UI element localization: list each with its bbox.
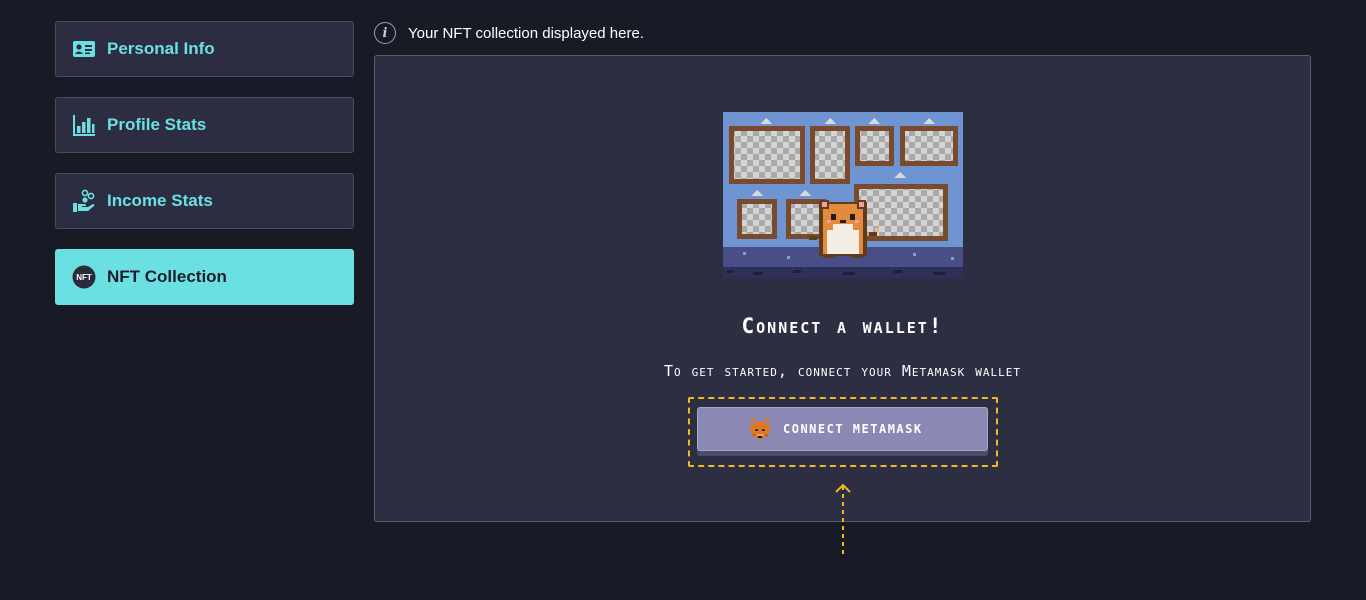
info-row: i Your NFT collection displayed here.	[374, 21, 644, 45]
sidebar-item-label: Profile Stats	[107, 115, 207, 134]
nft-badge-text: NFT	[76, 273, 92, 282]
sidebar-item-label: Income Stats	[107, 191, 213, 210]
sidebar: Personal Info Profile Stats Income Stats…	[55, 21, 354, 325]
nft-gallery-illustration	[723, 112, 963, 278]
sidebar-item-personal-info[interactable]: Personal Info	[55, 21, 354, 77]
panel-subtitle: To get started, connect your Metamask wa…	[663, 362, 1022, 380]
connect-metamask-label: CONNECT METAMASK	[783, 422, 923, 436]
pointer-arrow-icon	[833, 481, 853, 557]
connect-metamask-button[interactable]: CONNECT METAMASK	[697, 407, 988, 451]
sidebar-item-profile-stats[interactable]: Profile Stats	[55, 97, 354, 153]
info-text: Your NFT collection displayed here.	[408, 24, 644, 42]
bar-chart-icon	[72, 113, 96, 137]
sidebar-item-label: Personal Info	[107, 39, 215, 58]
sidebar-item-income-stats[interactable]: Income Stats	[55, 173, 354, 229]
panel-title: Connect a wallet!	[741, 314, 944, 338]
id-card-icon	[72, 37, 96, 61]
nft-badge-icon: NFT	[72, 265, 96, 289]
nft-collection-panel: Connect a wallet! To get started, connec…	[374, 55, 1311, 522]
page: Personal Info Profile Stats Income Stats…	[0, 0, 1366, 600]
sidebar-item-nft-collection[interactable]: NFT NFT Collection	[55, 249, 354, 305]
metamask-fox-icon	[747, 416, 773, 442]
info-icon: i	[374, 22, 396, 44]
income-hand-icon	[72, 189, 96, 213]
sidebar-item-label: NFT Collection	[107, 267, 227, 286]
